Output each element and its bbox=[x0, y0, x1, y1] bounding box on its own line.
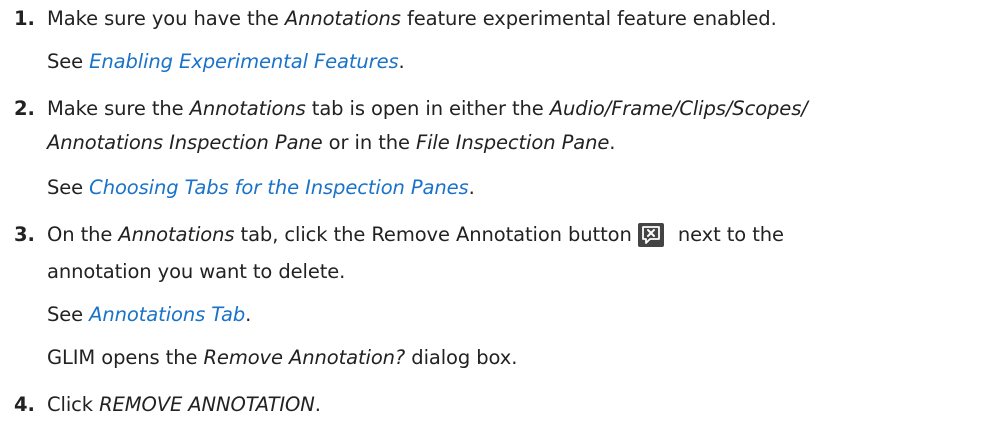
step-3-result: GLIM opens the Remove Annotation? dialog… bbox=[47, 346, 518, 369]
remove-annotation-icon bbox=[637, 223, 664, 247]
step-2-line-1: 2. Make sure the Annotations tab is open … bbox=[14, 97, 808, 120]
step-2-see: See Choosing Tabs for the Inspection Pan… bbox=[47, 176, 475, 199]
link-enabling-experimental-features[interactable]: Enabling Experimental Features bbox=[89, 50, 398, 73]
button-name: REMOVE ANNOTATION bbox=[99, 393, 315, 416]
feature-name: Annotations bbox=[284, 7, 401, 30]
step-number: 1. bbox=[14, 7, 35, 30]
step-1-see: See Enabling Experimental Features. bbox=[47, 50, 405, 73]
dialog-name: Remove Annotation? bbox=[203, 346, 406, 369]
step-2-line-2: Annotations Inspection Pane or in the Fi… bbox=[47, 131, 616, 154]
link-annotations-tab[interactable]: Annotations Tab bbox=[89, 303, 245, 326]
step-3-line-1: 3. On the Annotations tab, click the Remo… bbox=[14, 223, 784, 247]
procedure-document: 1. Make sure you have the Annotations fea… bbox=[0, 0, 993, 440]
step-4-line-1: 4. Click REMOVE ANNOTATION. bbox=[14, 393, 321, 416]
step-1-line-1: 1. Make sure you have the Annotations fea… bbox=[14, 7, 777, 30]
step-number: 4. bbox=[14, 393, 35, 416]
step-3-see: See Annotations Tab. bbox=[47, 303, 252, 326]
step-3-line-2: annotation you want to delete. bbox=[47, 260, 346, 283]
step-number: 3. bbox=[14, 223, 35, 246]
link-choosing-tabs[interactable]: Choosing Tabs for the Inspection Panes bbox=[89, 176, 469, 199]
step-number: 2. bbox=[14, 97, 35, 120]
